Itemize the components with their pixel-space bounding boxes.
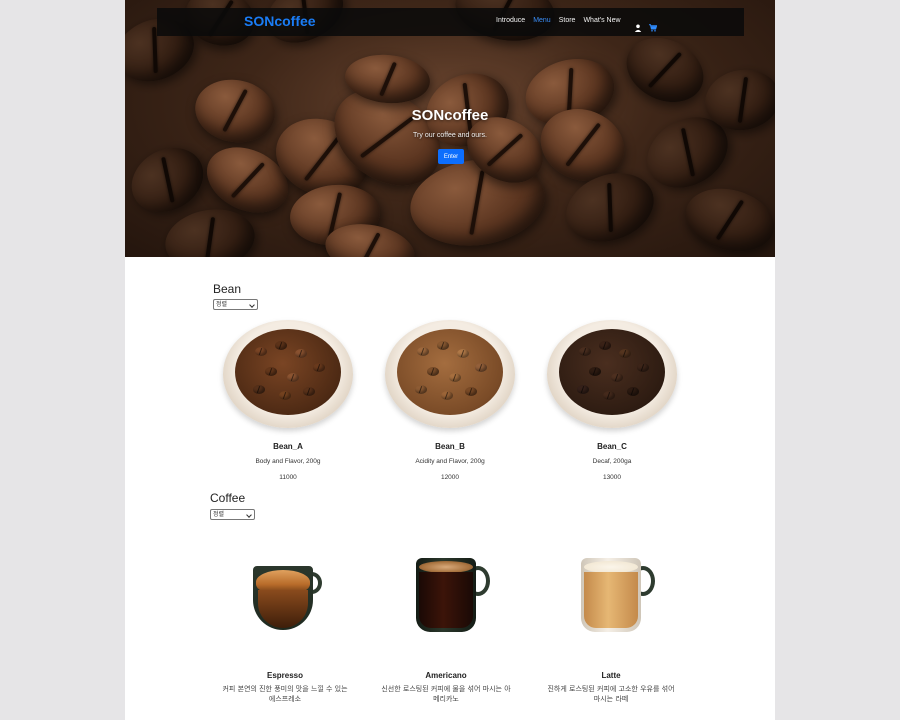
espresso-cup-image — [250, 566, 330, 632]
coffee-desc: 신선한 로스팅된 커피에 물을 섞어 마시는 아메리카노 — [381, 685, 511, 703]
nav-links: Introduce Menu Store What's New — [496, 17, 629, 24]
hero-subtitle: Try our coffee and ours. — [413, 132, 487, 139]
nav-link-introduce[interactable]: Introduce — [496, 17, 525, 24]
page: SONcoffee Introduce Menu Store What's Ne… — [125, 0, 775, 720]
hero-title: SONcoffee — [411, 107, 489, 124]
coffee-card-espresso[interactable]: Espresso 커피 본연의 진한 풍미의 맛을 느낄 수 있는 에스프레소 — [205, 540, 365, 720]
coffee-name: Latte — [601, 671, 621, 680]
user-icon[interactable] — [634, 17, 642, 32]
coffee-card-americano[interactable]: Americano 신선한 로스팅된 커피에 물을 섞어 마시는 아메리카노 — [366, 540, 526, 720]
enter-button[interactable]: Enter — [438, 149, 464, 164]
bean-price: 13000 — [602, 474, 622, 481]
bean-c-fill — [559, 329, 665, 415]
coffee-name: Espresso — [266, 671, 304, 680]
bean-b-fill — [397, 329, 503, 415]
coffee-sort-select[interactable]: 정렬 — [210, 509, 255, 520]
brand-logo[interactable]: SONcoffee — [244, 13, 316, 29]
bean-price: 12000 — [440, 474, 460, 481]
nav-link-store[interactable]: Store — [559, 17, 576, 24]
americano-cup-image — [414, 558, 494, 634]
bean-name: Bean_B — [435, 442, 465, 451]
bean-name: Bean_C — [597, 442, 627, 451]
navbar: SONcoffee Introduce Menu Store What's Ne… — [157, 8, 744, 36]
bean-desc: Body and Flavor, 200g — [255, 458, 321, 465]
bean-card-a[interactable]: Bean_A Body and Flavor, 200g 11000 — [208, 320, 368, 490]
hero-banner: SONcoffee Introduce Menu Store What's Ne… — [125, 0, 775, 257]
bean-bowl-image — [547, 320, 677, 428]
bean-a-fill — [235, 329, 341, 415]
bean-price: 11000 — [279, 474, 297, 481]
coffee-desc: 커피 본연의 진한 풍미의 맛을 느낄 수 있는 에스프레소 — [222, 685, 348, 703]
coffee-desc: 진하게 로스팅된 커피에 고소한 우유를 섞어 마시는 라떼 — [547, 685, 675, 703]
bean-desc: Acidity and Flavor, 200g — [415, 458, 485, 465]
bean-desc: Decaf, 200ga — [592, 458, 632, 465]
cart-icon[interactable] — [649, 17, 658, 32]
bean-card-c[interactable]: Bean_C Decaf, 200ga 13000 — [532, 320, 692, 490]
latte-cup-image — [579, 558, 659, 634]
nav-icons — [634, 17, 658, 32]
coffee-section-title: Coffee — [210, 491, 246, 505]
bean-card-b[interactable]: Bean_B Acidity and Flavor, 200g 12000 — [370, 320, 530, 490]
bean-name: Bean_A — [273, 442, 303, 451]
bean-bowl-image — [385, 320, 515, 428]
coffee-card-latte[interactable]: Latte 진하게 로스팅된 커피에 고소한 우유를 섞어 마시는 라떼 — [531, 540, 691, 720]
nav-link-menu[interactable]: Menu — [533, 17, 551, 24]
nav-link-whats-new[interactable]: What's New — [583, 17, 620, 24]
bean-section-title: Bean — [213, 282, 242, 296]
coffee-name: Americano — [425, 671, 467, 680]
bean-bowl-image — [223, 320, 353, 428]
bean-sort-select[interactable]: 정렬 — [213, 299, 258, 310]
